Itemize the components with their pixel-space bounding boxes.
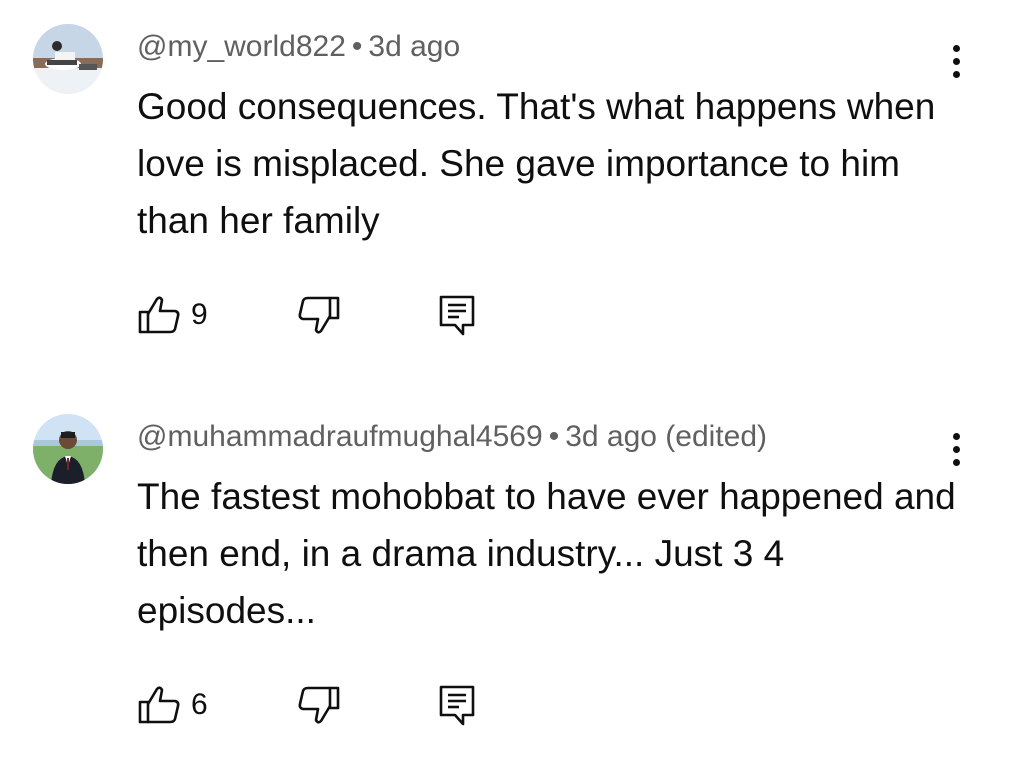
comment-text: Good consequences. That's what happens w… [137,86,936,241]
avatar-image [33,414,103,484]
reply-icon [439,295,475,336]
like-button[interactable]: 6 [137,680,208,730]
comment-meta: @muhammadraufmughal4569 • 3d ago (edited) [137,420,767,454]
meta-separator: • [351,30,363,63]
like-count: 6 [191,688,208,721]
comment-actions: 6 [137,680,537,730]
author-name[interactable]: @muhammadraufmughal4569 [137,420,543,453]
like-button[interactable]: 9 [137,290,208,340]
reply-icon [439,685,475,726]
more-vert-icon[interactable] [936,424,976,474]
comment-text: The fastest mohobbat to have ever happen… [137,476,956,631]
comment-meta: @my_world822 • 3d ago [137,30,460,64]
like-count: 9 [191,298,208,331]
comment: @muhammadraufmughal4569 • 3d ago (edited) … [0,390,1024,760]
avatar-image [33,24,103,94]
avatar[interactable] [33,414,103,484]
avatar[interactable] [33,24,103,94]
reply-button[interactable] [437,290,477,340]
author-name[interactable]: @my_world822 [137,30,346,63]
thumbs-up-icon [138,296,180,334]
comment-actions: 9 [137,290,537,340]
thumbs-up-icon [138,686,180,724]
meta-separator: • [548,420,560,453]
reply-button[interactable] [437,680,477,730]
thumbs-down-icon [298,296,340,334]
dislike-button[interactable] [297,290,341,340]
dislike-button[interactable] [297,680,341,730]
thumbs-down-icon [298,686,340,724]
timestamp: 3d ago [368,30,461,63]
timestamp: 3d ago (edited) [565,420,768,453]
comment: @my_world822 • 3d ago Good consequences. T… [0,0,1024,390]
